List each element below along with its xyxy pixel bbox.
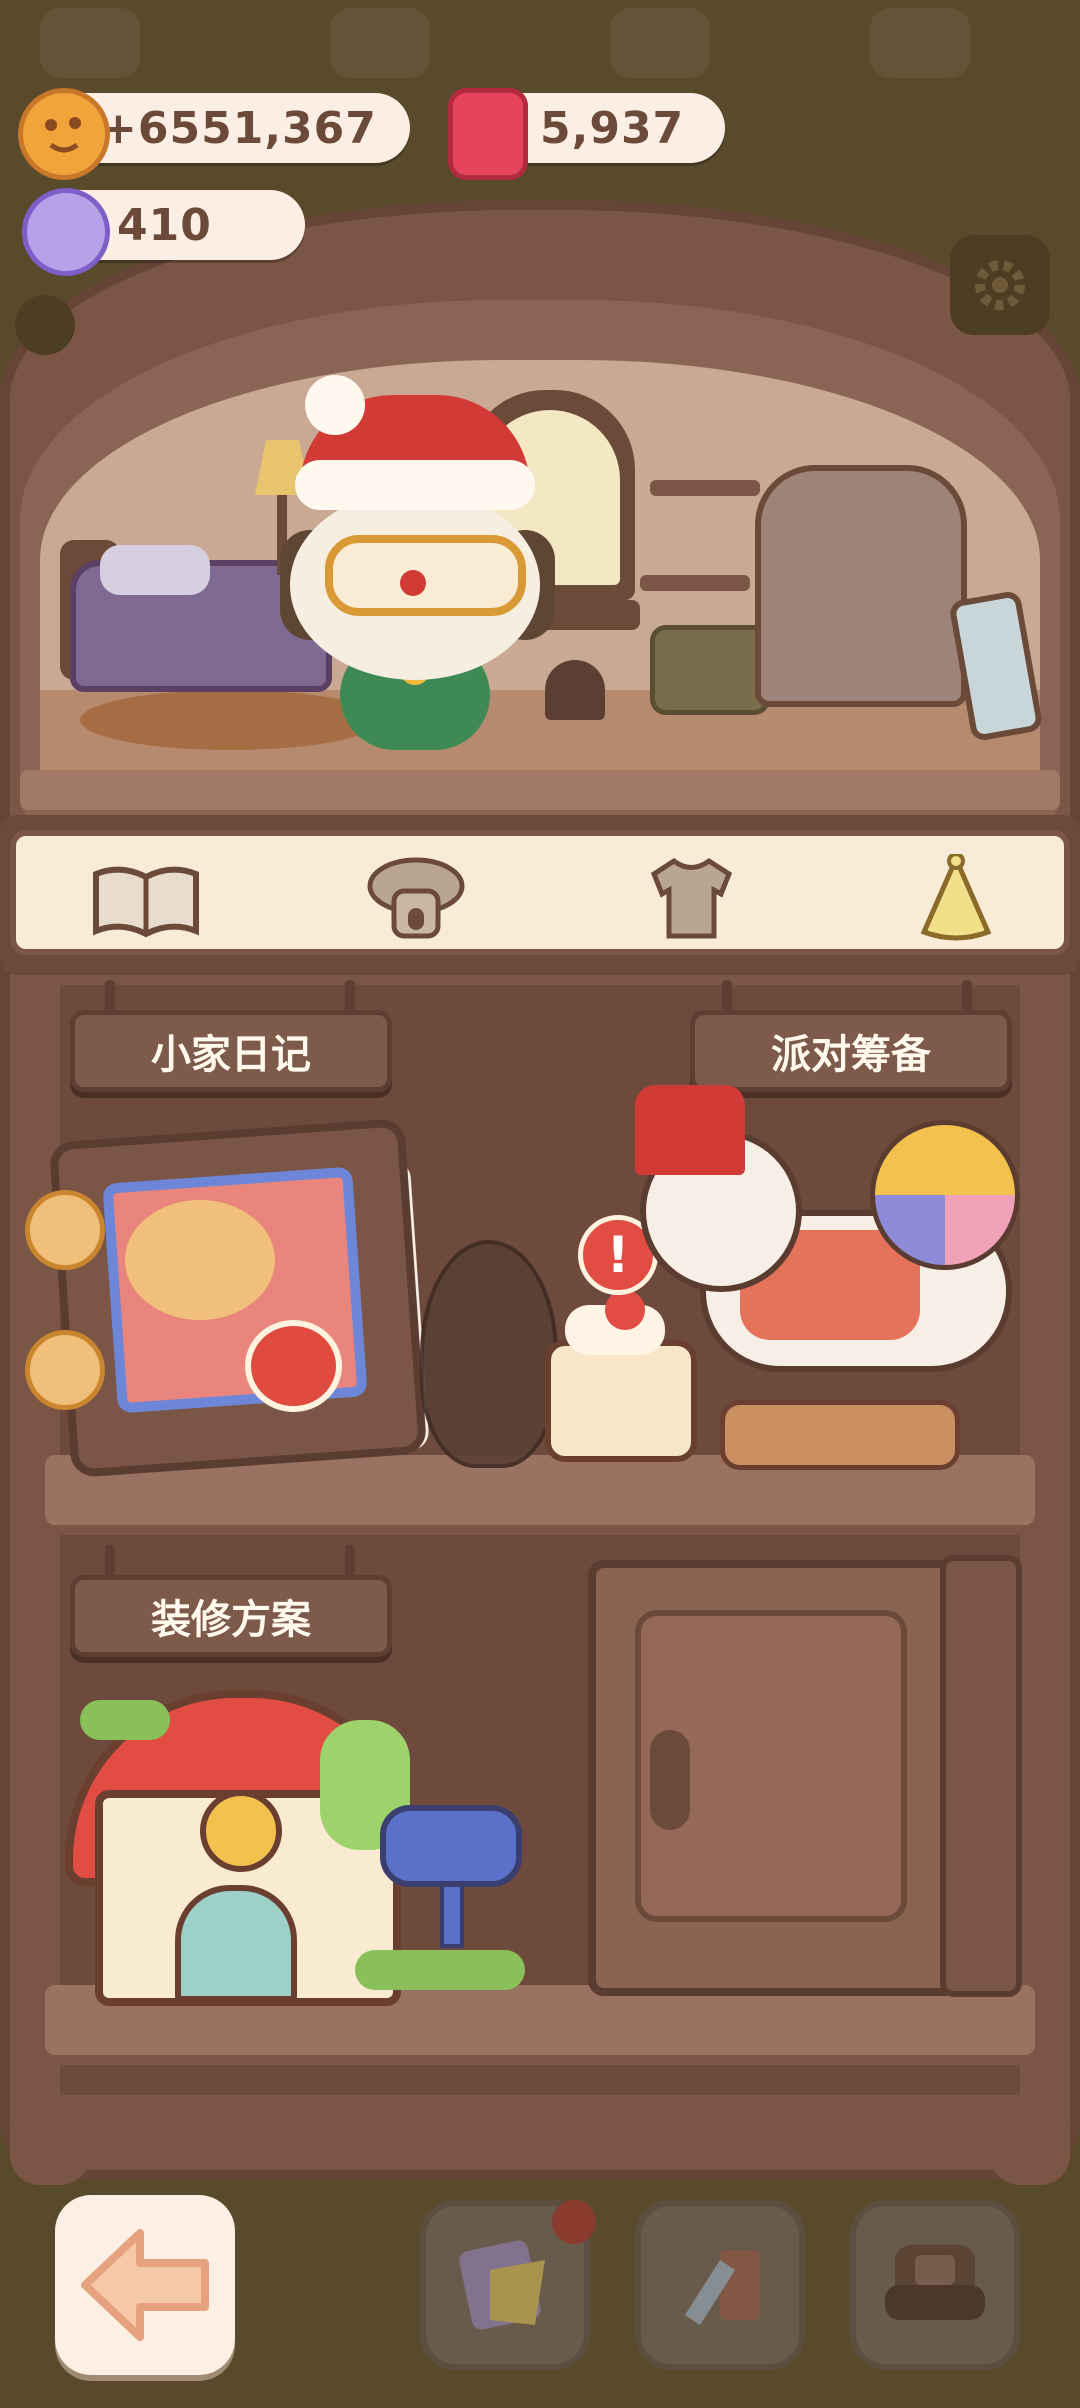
furniture-icon [885,2245,985,2320]
top-faded-icons [0,0,1080,90]
back-button[interactable] [55,2195,235,2375]
gem-amount: 5,937 [540,103,685,154]
wardrobe [755,465,967,707]
faded-icon [870,8,970,78]
tab-outfit[interactable] [631,856,751,941]
build-button[interactable] [635,2200,805,2370]
diary-section-label[interactable]: 小家日记 [70,1010,392,1092]
settings-gear-icon[interactable] [950,235,1050,335]
rug [80,690,380,750]
stool [545,660,605,720]
candy-amount: 410 [117,200,212,251]
room-ledge [20,770,1060,810]
back-arrow-icon [81,2229,209,2341]
house-door [175,1885,297,2002]
strawberry [605,1290,645,1330]
wall-shelf [650,480,760,496]
party-hat-icon [920,853,992,940]
pillow [100,545,210,595]
heart-icon [245,1320,342,1412]
tab-party[interactable] [896,853,1016,941]
pinwheel-icon [870,1120,1020,1270]
cookie-icon [18,88,110,180]
faded-icon [330,8,430,78]
cabinet-foot [990,2125,1070,2185]
diary-clip [25,1330,105,1410]
party-section-label[interactable]: 派对筹备 [690,1010,1012,1092]
paw-icon [125,1200,275,1320]
candy-icon [22,188,110,276]
cabinet-foot [10,2125,90,2185]
furniture-button[interactable] [850,2200,1020,2370]
tab-hotel[interactable] [356,856,476,941]
house-window [200,1790,282,1872]
horse-hat [635,1085,745,1175]
diary-book-icon [93,866,199,937]
paint-icon [459,2240,545,2330]
cookie-amount: +6551,367 [100,103,377,154]
diary-clip [25,1190,105,1270]
faded-icon [610,8,710,78]
treasure-chest [650,625,770,715]
red-gem-icon [448,88,528,180]
shirt-icon [650,857,732,939]
grass [355,1950,525,1990]
cabinet-pillar [940,1555,1022,1997]
bush [80,1700,170,1740]
tab-bar [10,830,1070,955]
character-glasses [325,535,526,616]
mailbox-icon [380,1805,522,1887]
decor-section-label[interactable]: 装修方案 [70,1575,392,1657]
faded-icon [40,8,140,78]
hotel-icon [367,857,465,939]
side-badge-icon[interactable] [15,295,75,355]
notification-dot [552,2200,596,2244]
gift-bag [420,1240,558,1468]
horse-base [720,1400,960,1470]
keyhole-icon [650,1730,690,1830]
character-nose [400,570,426,596]
build-icon [685,2250,760,2325]
cake [545,1340,697,1462]
wall-shelf [640,575,750,591]
santa-hat-pom [305,375,365,435]
tab-diary[interactable] [86,856,206,941]
santa-hat-band [295,460,535,510]
